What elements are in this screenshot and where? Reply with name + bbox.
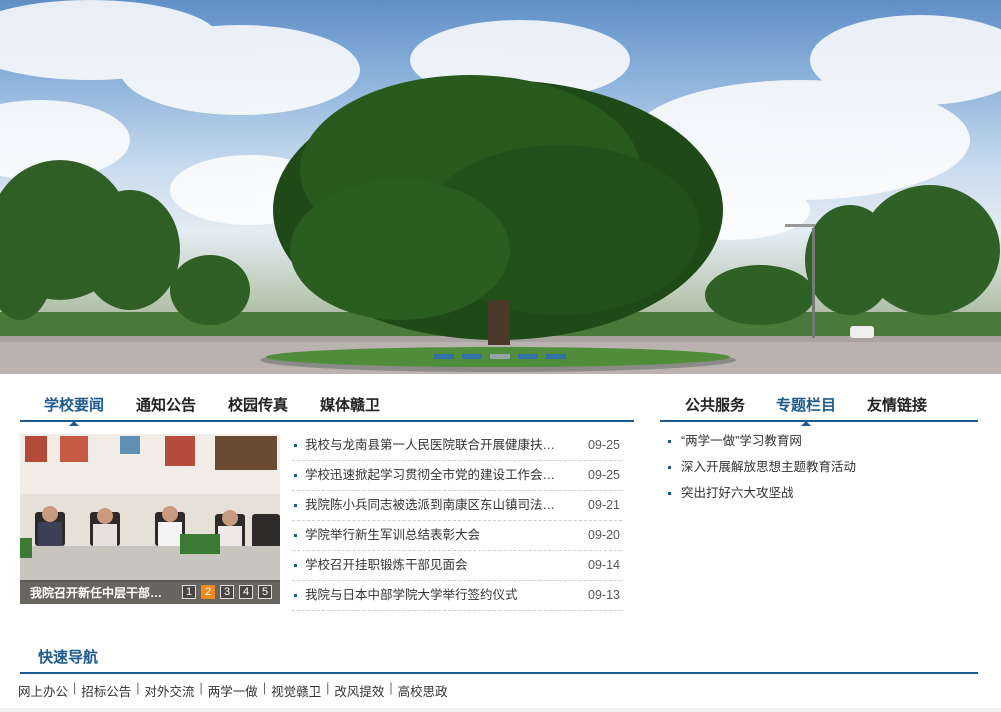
news-title[interactable]: 学校召开挂职锻炼干部见面会 (305, 551, 567, 580)
news-item[interactable]: 我院陈小兵同志被选派到南康区东山镇司法所… 09-21 (292, 491, 622, 521)
news-tab-bar: 学校要闻 通知公告 校园传真 媒体赣卫 (20, 394, 634, 426)
quick-link-two-studies[interactable]: 两学一做 (208, 681, 258, 700)
special-topics-list: “两学一做”学习教育网 深入开展解放思想主题教育活动 突出打好六大攻坚战 (668, 428, 856, 506)
tab-school-news[interactable]: 学校要闻 (44, 394, 104, 426)
news-date: 09-14 (588, 558, 620, 572)
news-list: 我校与龙南县第一人民医院联合开展健康扶贫… 09-25 学校迅速掀起学习贯彻全市党… (292, 431, 622, 611)
topic-link[interactable]: 突出打好六大攻坚战 (668, 480, 856, 506)
slider-page-4[interactable]: 4 (239, 585, 253, 599)
tab-public-service[interactable]: 公共服务 (685, 394, 745, 420)
quick-link-visual[interactable]: 视觉赣卫 (271, 681, 321, 700)
hero-banner (0, 0, 1001, 374)
news-item[interactable]: 学校召开挂职锻炼干部见面会 09-14 (292, 551, 622, 581)
quick-link-reform[interactable]: 改风提效 (334, 681, 384, 700)
news-item[interactable]: 我院与日本中部学院大学举行签约仪式 09-13 (292, 581, 622, 611)
link-separator: | (136, 681, 140, 695)
quick-link-ideology[interactable]: 高校思政 (398, 681, 448, 700)
slider-caption-bar: 我院召开新任中层干部… 1 2 3 4 5 (20, 580, 280, 604)
quick-link-tender[interactable]: 招标公告 (81, 681, 131, 700)
news-photo-slider[interactable]: 我院召开新任中层干部… 1 2 3 4 5 (20, 434, 280, 604)
footer-divider (0, 708, 1001, 712)
news-date: 09-25 (588, 468, 620, 482)
quick-nav-header: 快速导航 (20, 646, 978, 674)
news-title[interactable]: 学院举行新生军训总结表彰大会 (305, 521, 567, 550)
meeting-photo (20, 434, 280, 604)
topic-link[interactable]: 深入开展解放思想主题教育活动 (668, 454, 856, 480)
service-tab-bar: 公共服务 专题栏目 友情链接 (660, 394, 978, 426)
link-separator: | (73, 681, 77, 695)
quick-nav-links: 网上办公 | 招标公告 | 对外交流 | 两学一做 | 视觉赣卫 | 改风提效 … (18, 681, 448, 700)
news-date: 09-25 (588, 438, 620, 452)
news-title[interactable]: 学校迅速掀起学习贯彻全市党的建设工作会议… (305, 461, 567, 490)
tab-campus-news[interactable]: 校园传真 (228, 394, 288, 420)
link-separator: | (199, 681, 203, 695)
quick-link-exchange[interactable]: 对外交流 (145, 681, 195, 700)
news-title[interactable]: 我院陈小兵同志被选派到南康区东山镇司法所… (305, 491, 567, 520)
slider-caption[interactable]: 我院召开新任中层干部… (30, 584, 162, 601)
banner-dot[interactable] (462, 354, 482, 359)
slider-page-5[interactable]: 5 (258, 585, 272, 599)
link-separator: | (326, 681, 330, 695)
banner-dot-active[interactable] (490, 354, 510, 359)
link-separator: | (262, 681, 267, 695)
link-separator: | (389, 681, 393, 695)
news-item[interactable]: 我校与龙南县第一人民医院联合开展健康扶贫… 09-25 (292, 431, 622, 461)
banner-dot[interactable] (434, 354, 454, 359)
banner-dot[interactable] (518, 354, 538, 359)
banner-dot[interactable] (546, 354, 566, 359)
tab-media[interactable]: 媒体赣卫 (320, 394, 380, 420)
news-title[interactable]: 我校与龙南县第一人民医院联合开展健康扶贫… (305, 431, 567, 460)
slider-page-3[interactable]: 3 (220, 585, 234, 599)
slider-page-1[interactable]: 1 (182, 585, 196, 599)
news-item[interactable]: 学校迅速掀起学习贯彻全市党的建设工作会议… 09-25 (292, 461, 622, 491)
tab-friendly-links[interactable]: 友情链接 (867, 394, 927, 420)
quick-nav-title: 快速导航 (38, 649, 99, 666)
news-title[interactable]: 我院与日本中部学院大学举行签约仪式 (305, 581, 567, 610)
banner-pagination (434, 354, 566, 359)
tab-special-topics[interactable]: 专题栏目 (776, 394, 836, 426)
slider-pager: 1 2 3 4 5 (182, 585, 272, 599)
news-date: 09-20 (588, 528, 620, 542)
news-item[interactable]: 学院举行新生军训总结表彰大会 09-20 (292, 521, 622, 551)
news-date: 09-21 (588, 498, 620, 512)
slider-page-2[interactable]: 2 (201, 585, 215, 599)
campus-photo (0, 0, 1001, 374)
topic-link[interactable]: “两学一做”学习教育网 (668, 428, 856, 454)
tab-notices[interactable]: 通知公告 (136, 394, 196, 420)
quick-link-online-office[interactable]: 网上办公 (18, 681, 68, 700)
news-date: 09-13 (588, 588, 620, 602)
